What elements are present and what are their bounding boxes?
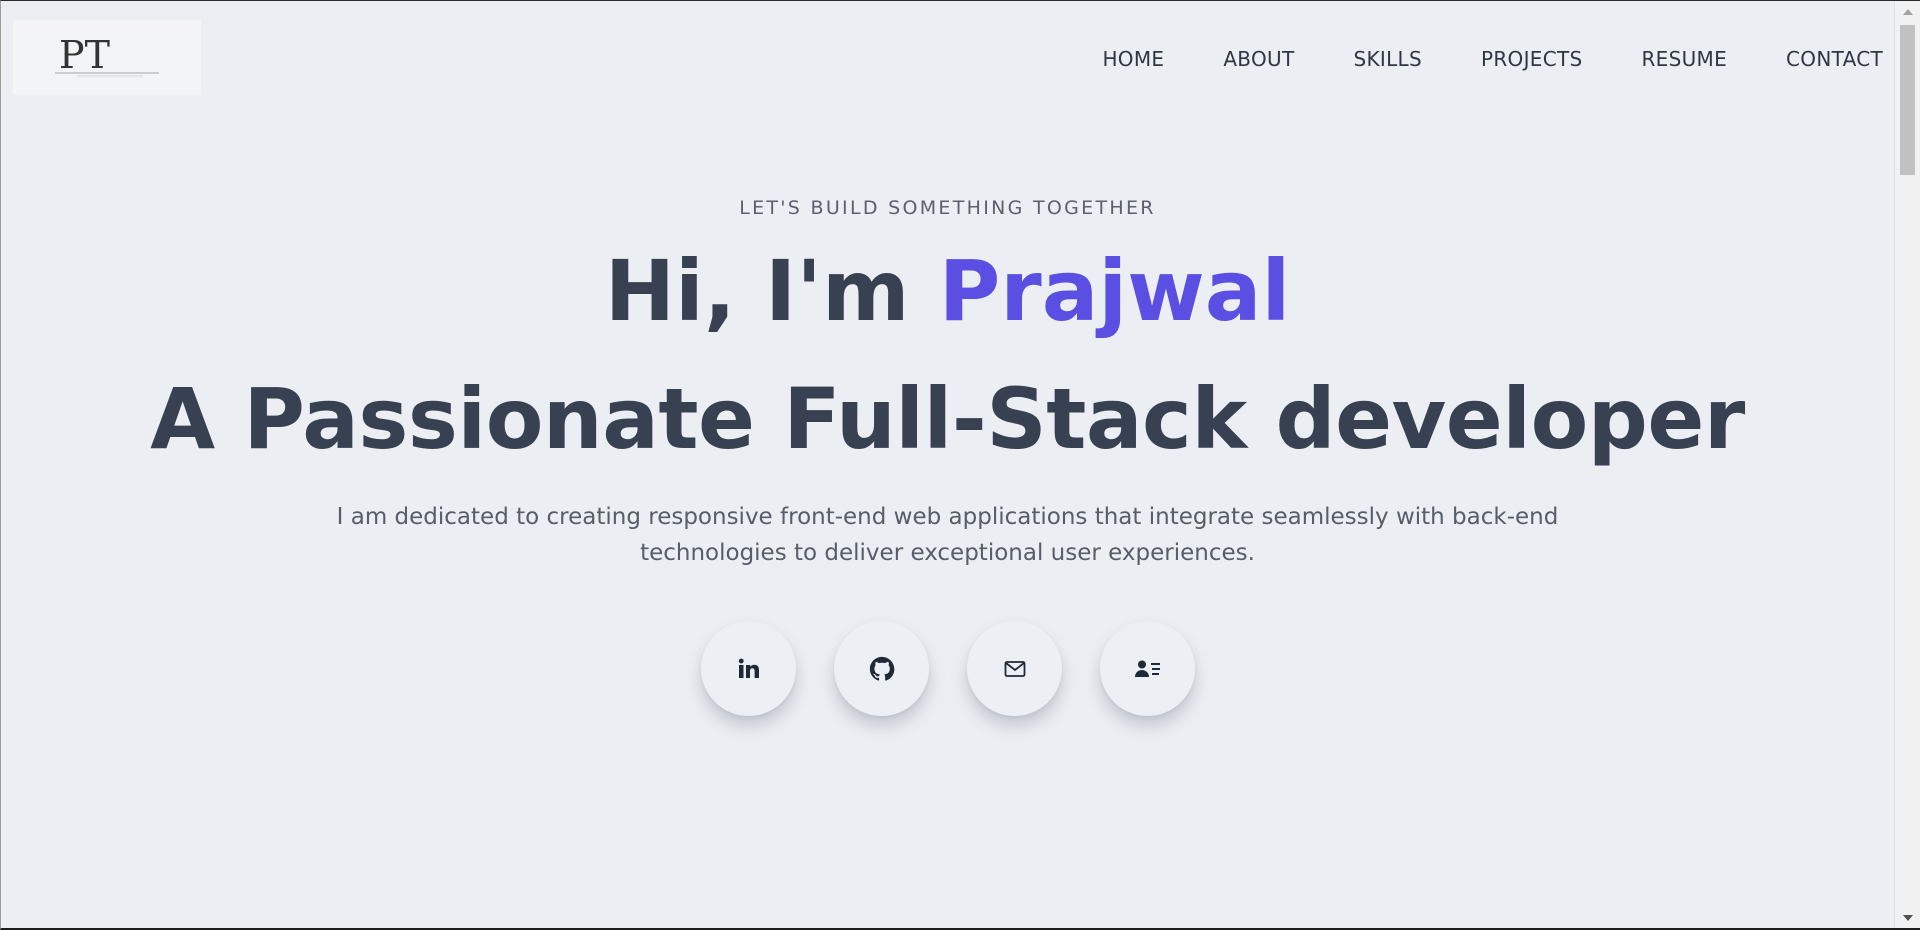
nav-contact[interactable]: CONTACT bbox=[1786, 47, 1883, 71]
linkedin-button[interactable] bbox=[701, 621, 796, 716]
hero-greeting: Hi, I'm bbox=[604, 242, 939, 340]
logo-monogram: PT bbox=[55, 33, 159, 77]
hero-greeting-heading: Hi, I'm Prajwal bbox=[1, 241, 1894, 341]
hero-name: Prajwal bbox=[938, 242, 1291, 340]
nav-skills[interactable]: SKILLS bbox=[1353, 47, 1422, 71]
nav-home[interactable]: HOME bbox=[1102, 47, 1164, 71]
resume-button[interactable] bbox=[1100, 621, 1195, 716]
main-nav: HOME ABOUT SKILLS PROJECTS RESUME CONTAC… bbox=[1043, 47, 1883, 71]
mail-icon bbox=[1004, 660, 1025, 677]
nav-projects[interactable]: PROJECTS bbox=[1481, 47, 1583, 71]
linkedin-icon bbox=[738, 658, 759, 678]
vertical-scrollbar[interactable] bbox=[1894, 1, 1920, 928]
hero-tagline: A Passionate Full-Stack developer bbox=[150, 370, 1745, 468]
github-icon bbox=[869, 656, 894, 681]
nav-about[interactable]: ABOUT bbox=[1223, 47, 1294, 71]
site-logo[interactable]: PT bbox=[13, 20, 201, 95]
nav-resume[interactable]: RESUME bbox=[1641, 47, 1727, 71]
browser-viewport: PT HOME ABOUT SKILLS PROJECTS RESUME CON… bbox=[0, 0, 1920, 930]
email-button[interactable] bbox=[967, 621, 1062, 716]
scroll-up-icon[interactable] bbox=[1903, 9, 1913, 15]
hero-description: I am dedicated to creating responsive fr… bbox=[336, 504, 1559, 566]
social-links bbox=[701, 621, 1233, 716]
contact-card-icon bbox=[1134, 660, 1160, 677]
github-button[interactable] bbox=[834, 621, 929, 716]
scrollbar-thumb[interactable] bbox=[1900, 25, 1915, 175]
logo-text: PT bbox=[59, 33, 110, 77]
scroll-down-icon[interactable] bbox=[1903, 915, 1913, 921]
portfolio-page: PT HOME ABOUT SKILLS PROJECTS RESUME CON… bbox=[1, 1, 1894, 928]
hero-eyebrow: LET'S BUILD SOMETHING TOGETHER bbox=[739, 197, 1156, 219]
